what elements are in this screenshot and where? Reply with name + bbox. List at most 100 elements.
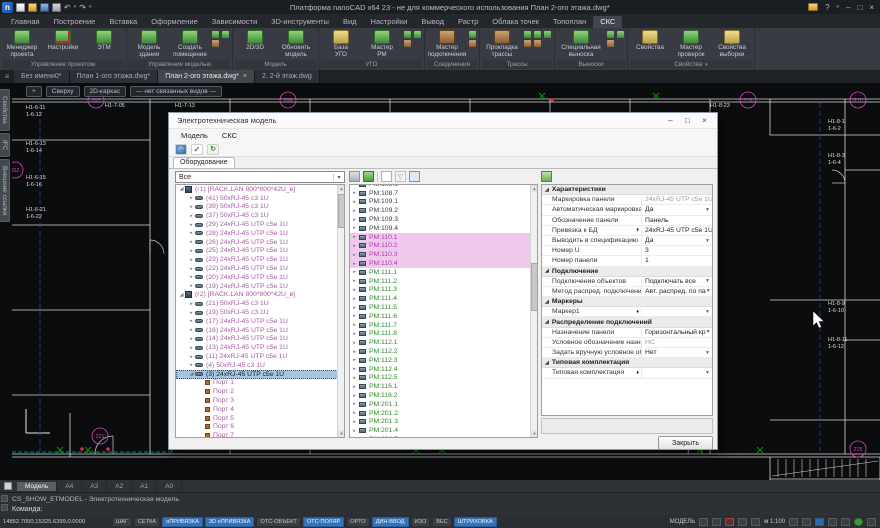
tree-expand-icon[interactable]: ▸ xyxy=(188,345,195,351)
pm-list-item[interactable]: ▸РМ:116.2 xyxy=(350,391,537,400)
plot-icon[interactable] xyxy=(52,3,61,12)
export-icon[interactable] xyxy=(363,171,374,182)
property-value[interactable]: 3 xyxy=(642,246,712,255)
pm-list-item[interactable]: ▸РМ:110.2 xyxy=(350,242,537,251)
list-expand-icon[interactable]: ▸ xyxy=(350,375,359,381)
pm-list-item[interactable]: ▸РМ:110.1 xyxy=(350,233,537,242)
ribbon-tab-6[interactable]: 3D-инструменты xyxy=(264,16,336,28)
model-space-label[interactable]: МОДЕЛЬ xyxy=(670,519,695,525)
tree-item[interactable]: ◢(3) 24xRJ-45 UTP c5e 1U xyxy=(176,370,344,379)
property-section-header[interactable]: ◢Маркеры xyxy=(542,297,712,307)
small-tool-icon[interactable] xyxy=(534,40,541,47)
tree-item[interactable]: ▸(19) 24xRJ-45 UTP c5e 1U xyxy=(176,282,344,291)
ribbon-button[interactable]: Мастер проверок xyxy=(671,29,711,59)
status-toggle-8[interactable]: ДИН-ВВОД xyxy=(372,517,409,527)
tree-expand-icon[interactable]: ▸ xyxy=(188,354,195,360)
property-value[interactable]: Нет▼ xyxy=(642,348,712,357)
list-expand-icon[interactable]: ▸ xyxy=(350,384,359,390)
section-expand-icon[interactable]: ◢ xyxy=(545,187,549,193)
list-expand-icon[interactable]: ▸ xyxy=(350,217,359,223)
ribbon-tab-1[interactable]: Главная xyxy=(4,16,47,28)
pm-list-item[interactable]: ▸РМ:110.3 xyxy=(350,250,537,259)
small-tool-icon[interactable] xyxy=(534,31,541,38)
list-expand-icon[interactable]: ▸ xyxy=(350,428,359,434)
command-history-icon[interactable] xyxy=(1,495,8,502)
list-view-icon[interactable] xyxy=(409,171,420,182)
filter-combobox[interactable]: Все ▾ xyxy=(175,171,345,183)
filter-icon[interactable]: ▽ xyxy=(395,171,406,182)
tree-expand-icon[interactable]: ▸ xyxy=(188,195,195,201)
small-tool-icon[interactable] xyxy=(469,31,476,38)
tree-expand-icon[interactable]: ▸ xyxy=(188,230,195,236)
tree-item[interactable]: ◢(г1) [RACK.LAN 800*800*42U_в] xyxy=(176,185,344,194)
tree-expand-icon[interactable]: ▸ xyxy=(188,266,195,272)
property-value[interactable]: 1 xyxy=(642,256,712,265)
small-tool-icon[interactable] xyxy=(524,31,531,38)
layout-tab-a3[interactable]: A3 xyxy=(82,482,107,491)
menu-model[interactable]: Модель xyxy=(175,131,214,140)
list-expand-icon[interactable]: ▸ xyxy=(350,401,359,407)
command-line[interactable]: CS_SHOW_ETMODEL - Электротехническая мод… xyxy=(0,492,880,515)
dialog-titlebar[interactable]: Электротехническая модель – □ × xyxy=(169,113,717,129)
pm-list-item[interactable]: ▸РМ:111.5 xyxy=(350,303,537,312)
tree-item[interactable]: ▸(11) 24xRJ-45 UTP c5e 1U xyxy=(176,352,344,361)
close-button[interactable]: × xyxy=(869,3,874,12)
list-expand-icon[interactable]: ▸ xyxy=(350,269,359,275)
ribbon-button[interactable]: Прокладка трассы xyxy=(482,29,522,59)
pm-list-item[interactable]: ▸РМ:111.1 xyxy=(350,268,537,277)
combo-arrow-icon[interactable]: ▾ xyxy=(333,174,344,181)
property-value[interactable]: Панель xyxy=(642,216,712,225)
group-launcher-icon[interactable]: ▾ xyxy=(705,62,708,68)
pm-list-item[interactable]: ▸РМ:201.5 xyxy=(350,435,537,438)
small-tool-icon[interactable] xyxy=(222,31,229,38)
tree-scrollbar[interactable]: ▲▼ xyxy=(337,185,344,437)
ribbon-button[interactable]: Свойства выборки xyxy=(712,29,752,59)
status-toggle-11[interactable]: ШТРИХОВКА xyxy=(454,517,497,527)
tree-expand-icon[interactable]: ▸ xyxy=(188,336,195,342)
undo-icon[interactable]: ↶ xyxy=(64,3,71,12)
list-expand-icon[interactable]: ▸ xyxy=(350,340,359,346)
status-toggle-3[interactable]: оПРИВЯЗКА xyxy=(162,517,203,527)
tree-item[interactable]: Порт 5 xyxy=(176,414,344,423)
tree-item[interactable]: Порт 6 xyxy=(176,423,344,432)
scroll-up-icon[interactable]: ▲ xyxy=(338,185,345,192)
close-dialog-button[interactable]: Закрыть xyxy=(658,436,713,450)
list-expand-icon[interactable]: ▸ xyxy=(350,261,359,267)
layout-tab-a4[interactable]: A4 xyxy=(57,482,82,491)
list-expand-icon[interactable]: ▸ xyxy=(350,313,359,319)
help-dropdown-icon[interactable]: ▾ xyxy=(837,4,840,10)
small-tool-icon[interactable] xyxy=(607,31,614,38)
zoom-icon[interactable] xyxy=(802,518,811,526)
dropdown-arrow-icon[interactable]: ▼ xyxy=(706,288,712,294)
orbit-icon[interactable] xyxy=(841,518,850,526)
tree-item[interactable]: ▸(37) 50xRJ-45 c3 1U xyxy=(176,211,344,220)
close-tab-icon[interactable]: × xyxy=(243,73,247,80)
dropdown-arrow-icon[interactable]: ▼ xyxy=(705,350,712,356)
document-tab-4[interactable]: 2. 2-й этаж.dwg xyxy=(255,70,320,83)
side-tab-1[interactable]: Свойства xyxy=(0,89,10,131)
dialog-close-icon[interactable]: × xyxy=(696,116,713,125)
small-tool-icon[interactable] xyxy=(607,40,614,47)
command-options-icon[interactable] xyxy=(1,504,8,511)
small-tool-icon[interactable] xyxy=(404,31,411,38)
tree-item[interactable]: Порт 3 xyxy=(176,396,344,405)
pm-list-item[interactable]: ▸РМ:201.4 xyxy=(350,426,537,435)
tree-expand-icon[interactable]: ▸ xyxy=(188,248,195,254)
status-toggle-2[interactable]: СЕТКА xyxy=(134,517,160,527)
ribbon-tab-8[interactable]: Настройки xyxy=(364,16,415,28)
property-value[interactable]: Да▼ xyxy=(642,205,712,214)
ribbon-tab-2[interactable]: Построение xyxy=(47,16,103,28)
check-model-icon[interactable]: ✓ xyxy=(191,144,203,155)
ribbon-button[interactable]: Создать помещение xyxy=(170,29,210,59)
isolate-objects-icon[interactable] xyxy=(854,518,863,526)
ribbon-tab-13[interactable]: СКС xyxy=(593,16,622,28)
property-section-header[interactable]: ◢Типовая комплектация xyxy=(542,358,712,368)
layout-tab-a2[interactable]: A2 xyxy=(107,482,132,491)
small-tool-icon[interactable] xyxy=(212,40,219,47)
pm-list-item[interactable]: ▸РМ:112.2 xyxy=(350,347,537,356)
tree-item[interactable]: ▸(14) 24xRJ-45 UTP c5e 1U xyxy=(176,335,344,344)
list-expand-icon[interactable]: ▸ xyxy=(350,287,359,293)
tree-expand-icon[interactable]: ◢ xyxy=(188,371,195,377)
update-model-icon[interactable]: ◠ xyxy=(175,144,187,155)
section-expand-icon[interactable]: ◢ xyxy=(545,299,549,305)
